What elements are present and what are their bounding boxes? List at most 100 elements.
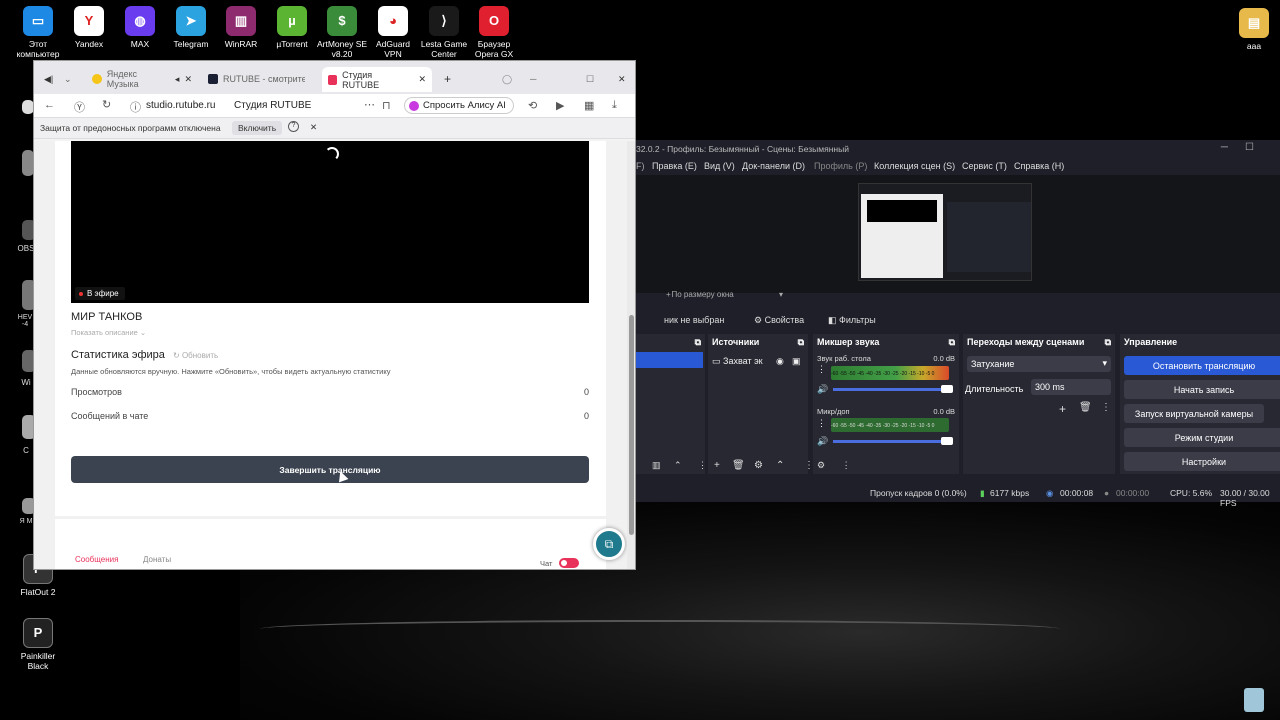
ask-alice-button[interactable]: Спросить Алису AI: [404, 97, 514, 114]
minimize-icon[interactable]: ─: [524, 69, 542, 89]
settings-button[interactable]: Настройки: [1124, 452, 1280, 471]
video-player[interactable]: В эфире: [71, 141, 589, 303]
recycle-bin-icon[interactable]: [1244, 688, 1264, 712]
speaker-icon[interactable]: 🔊: [817, 384, 828, 395]
tab-messages[interactable]: Сообщения: [75, 555, 118, 564]
more-icon[interactable]: ⋮: [817, 364, 826, 375]
undock-icon[interactable]: ⧉: [798, 337, 804, 348]
desktop-icon-yandex[interactable]: Y Yandex: [63, 6, 115, 49]
more-icon[interactable]: ⋮: [1101, 402, 1111, 413]
reload-icon[interactable]: ↻: [102, 98, 111, 111]
menu-profile[interactable]: Профиль (P): [814, 161, 867, 171]
studio-mode-button[interactable]: Режим студии: [1124, 428, 1280, 447]
scene-filter-icon[interactable]: ▥: [652, 460, 661, 471]
lock-icon[interactable]: ▣: [792, 356, 801, 367]
yandex-icon[interactable]: Ⓨ: [74, 99, 85, 115]
properties-button[interactable]: ⚙ Свойства: [754, 315, 804, 326]
sidebar-toggle-icon[interactable]: ◀|: [38, 69, 59, 89]
tab-rutube[interactable]: RUTUBE - смотрите в: [202, 69, 320, 89]
obs-preview[interactable]: [636, 175, 1280, 293]
volume-slider[interactable]: [833, 440, 945, 443]
transition-select[interactable]: Затухание ▾: [967, 356, 1111, 372]
tab-donations[interactable]: Донаты: [143, 555, 171, 564]
eye-icon[interactable]: ◉: [776, 356, 784, 367]
chat-bubble-button[interactable]: ⧉: [593, 528, 625, 560]
menu-scene-collection[interactable]: Коллекция сцен (S): [874, 161, 955, 171]
desktop-icon-folder[interactable]: ▤ ааа: [1228, 8, 1280, 51]
move-up-icon[interactable]: ⌃: [776, 460, 784, 471]
menu-docks[interactable]: Док-панели (D): [742, 161, 805, 171]
desktop-icon-painkiller[interactable]: P Painkiller Black: [12, 618, 64, 671]
close-window-icon[interactable]: ✕: [612, 69, 632, 89]
filters-button[interactable]: ◧ Фильтры: [828, 315, 876, 326]
scene-zoom[interactable]: По размеру окна: [667, 290, 787, 299]
close-icon[interactable]: ✕: [418, 74, 426, 85]
gear-icon[interactable]: ⚙: [817, 460, 825, 470]
desktop-icon-max[interactable]: ◍ MAX: [114, 6, 166, 49]
menu-view[interactable]: Вид (V): [704, 161, 735, 171]
chat-toggle[interactable]: [559, 558, 579, 568]
tab-music[interactable]: Яндекс Музыка ◂ ✕: [86, 69, 198, 89]
loading-spinner-icon: [325, 147, 339, 161]
volume-slider-handle[interactable]: [941, 385, 953, 393]
menu-help[interactable]: Справка (H): [1014, 161, 1064, 171]
new-tab-icon[interactable]: +: [438, 69, 457, 89]
site-info-icon[interactable]: ⓘ: [130, 99, 141, 115]
download-icon[interactable]: ⤓: [612, 99, 617, 112]
scrollbar-thumb[interactable]: [629, 315, 634, 535]
refresh-stats-button[interactable]: ↻ Обновить: [173, 351, 218, 360]
tab-list-icon[interactable]: ⌄: [58, 69, 78, 89]
source-item[interactable]: ▭ Захват эк ◉ ▣: [712, 356, 804, 367]
desktop-icon-computer[interactable]: ▭ Этот компьютер: [12, 6, 64, 59]
page-scrollbar[interactable]: [627, 141, 635, 569]
more-icon[interactable]: ⋯: [364, 98, 375, 111]
volume-slider-handle[interactable]: [941, 437, 953, 445]
maximize-icon[interactable]: ☐: [580, 69, 600, 89]
duration-input[interactable]: 300 ms: [1031, 379, 1111, 395]
extensions-icon[interactable]: ⟲: [528, 99, 537, 112]
scene-item-selected[interactable]: [636, 352, 703, 368]
desktop-icon-adguard[interactable]: ◕ AdGuard VPN: [367, 6, 419, 59]
more-icon[interactable]: ⋮: [698, 460, 707, 471]
undock-icon[interactable]: ⧉: [949, 337, 955, 348]
maximize-icon[interactable]: ☐: [1245, 142, 1254, 153]
more-icon[interactable]: ⋮: [817, 418, 826, 429]
undock-icon[interactable]: ⧉: [695, 337, 701, 348]
start-record-button[interactable]: Начать запись: [1124, 380, 1280, 399]
desktop-icon-utorrent[interactable]: µ µTorrent: [266, 6, 318, 49]
desktop-icon-telegram[interactable]: ➤ Telegram: [165, 6, 217, 49]
back-icon[interactable]: ←: [44, 99, 55, 111]
trash-icon[interactable]: 🗑: [1079, 402, 1092, 413]
close-icon[interactable]: ✕: [310, 122, 317, 133]
collections-icon[interactable]: ▦: [584, 99, 594, 112]
show-description-link[interactable]: Показать описание ⌄: [71, 328, 146, 337]
bookmark-icon[interactable]: ⊓: [382, 99, 391, 112]
gear-icon[interactable]: ⚙: [754, 460, 763, 471]
help-icon[interactable]: ?: [288, 121, 299, 132]
stop-stream-button[interactable]: Остановить трансляцию: [1124, 356, 1280, 375]
desktop-icon-opera[interactable]: O Браузер Opera GX: [468, 6, 520, 59]
move-up-icon[interactable]: ⌃: [674, 460, 682, 471]
desktop-icon-winrar[interactable]: ▥ WinRAR: [215, 6, 267, 49]
add-transition-icon[interactable]: +: [1059, 402, 1066, 416]
undock-icon[interactable]: ⧉: [1105, 337, 1111, 348]
more-icon[interactable]: ⋮: [842, 460, 851, 470]
desktop-icon-lesta[interactable]: ⟩ Lesta Game Center: [418, 6, 470, 59]
volume-slider[interactable]: [833, 388, 945, 391]
add-source-icon[interactable]: +: [714, 460, 720, 471]
url-domain[interactable]: studio.rutube.ru: [146, 100, 216, 111]
chevron-down-icon[interactable]: ▾: [779, 290, 783, 299]
minimize-icon[interactable]: ─: [1221, 142, 1228, 153]
trash-icon[interactable]: 🗑: [732, 460, 745, 471]
profile-icon[interactable]: ◯: [496, 69, 518, 89]
enable-protection-button[interactable]: Включить: [232, 121, 283, 135]
menu-tools[interactable]: Сервис (T): [962, 161, 1007, 171]
menu-edit[interactable]: Правка (E): [652, 161, 697, 171]
close-icon[interactable]: ✕: [184, 74, 192, 85]
screenshot-icon[interactable]: ▶: [556, 99, 564, 112]
virtual-camera-button[interactable]: Запуск виртуальной камеры: [1124, 404, 1264, 423]
desktop-icon-artmoney[interactable]: $ ArtMoney SE v8.20: [316, 6, 368, 59]
end-stream-button[interactable]: Завершить трансляцию: [71, 456, 589, 483]
tab-studio-rutube[interactable]: Студия RUTUBE ✕: [322, 67, 432, 92]
speaker-icon[interactable]: 🔊: [817, 436, 828, 447]
